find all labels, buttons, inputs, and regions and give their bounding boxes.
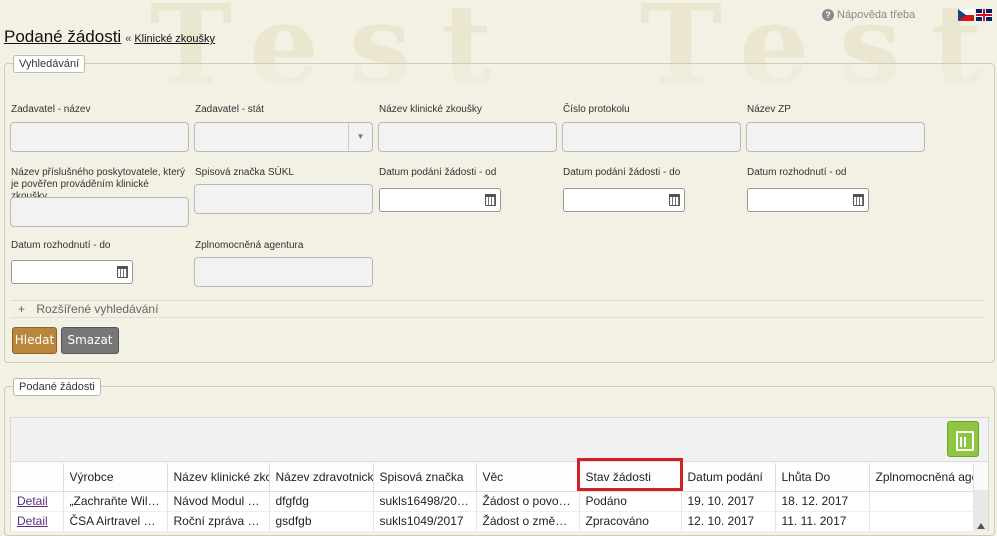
search-panel-legend: Vyhledávání xyxy=(13,55,86,73)
uk-flag-icon[interactable] xyxy=(976,9,992,21)
breadcrumb-link-klinicke-zkousky[interactable]: Klinické zkoušky xyxy=(134,33,215,45)
table-cell: 11. 11. 2017 xyxy=(775,511,870,532)
export-excel-icon[interactable] xyxy=(947,421,979,457)
table-cell: Zpracováno xyxy=(579,511,682,532)
calendar-icon[interactable] xyxy=(853,194,864,206)
column-header-detail xyxy=(11,463,64,492)
table-cell: 18. 12. 2017 xyxy=(775,491,870,512)
table-cell: Podáno xyxy=(579,491,682,512)
date-input-podani-od[interactable] xyxy=(379,188,501,212)
input-nazev-zp[interactable] xyxy=(746,122,925,152)
field-podani-do: Datum podání žádosti - do xyxy=(563,167,680,179)
input-cislo-protokolu[interactable] xyxy=(562,122,741,152)
label-rozhodnuti-od: Datum rozhodnutí - od xyxy=(747,167,847,178)
help-link[interactable]: ? Nápověda třeba xyxy=(822,9,915,21)
calendar-icon[interactable] xyxy=(117,266,128,278)
table-row: Detail „Zachraňte Williho" Návod Modul K… xyxy=(11,491,974,512)
table-cell: sukls16498/2017 xyxy=(373,491,477,512)
date-input-rozhodnuti-do[interactable] xyxy=(11,260,133,284)
label-zadavatel-nazev: Zadavatel - název xyxy=(11,104,91,115)
chevron-down-icon: ▼ xyxy=(348,123,372,151)
column-header-stav-zadosti[interactable]: Stav žádosti xyxy=(579,463,682,492)
field-rozhodnuti-do: Datum rozhodnutí - do xyxy=(11,240,111,252)
czech-flag-icon[interactable] xyxy=(958,9,974,21)
detail-cell: Detail xyxy=(11,511,64,532)
table-cell: Žádost o povolení klinické zkoušky xyxy=(476,491,580,512)
table-cell: sukls1049/2017 xyxy=(373,511,477,532)
table-cell: ČSA Airtravel a.s. xyxy=(63,511,168,532)
table-cell: Roční zpráva - zpráva xyxy=(167,511,270,532)
clear-button[interactable]: Smazat xyxy=(61,327,119,354)
column-header-nazev-zdrav[interactable]: Název zdravotnického xyxy=(269,463,374,492)
date-input-rozhodnuti-od[interactable] xyxy=(747,188,869,212)
grid-toolbar xyxy=(11,418,988,462)
input-spisova-znacka[interactable] xyxy=(194,184,373,214)
column-header-vec[interactable]: Věc xyxy=(476,463,580,492)
table-cell: Návod Modul KZ xyxy=(167,491,270,512)
column-header-agentura[interactable]: Zplnomocněná agentura xyxy=(869,463,974,492)
input-zadavatel-nazev[interactable] xyxy=(10,122,189,152)
table-cell: 12. 10. 2017 xyxy=(681,511,776,532)
table-cell: Žádost o změnu KZ xyxy=(476,511,580,532)
detail-link[interactable]: Detail xyxy=(17,514,48,528)
select-zadavatel-stat[interactable]: ▼ xyxy=(194,122,373,152)
field-nazev-kz: Název klinické zkoušky xyxy=(379,104,482,116)
language-switcher xyxy=(958,9,992,21)
advanced-search-label: Rozšířené vyhledávání xyxy=(36,302,159,316)
search-button[interactable]: Hledat xyxy=(12,327,57,354)
input-poskytovatel[interactable] xyxy=(10,197,189,227)
calendar-icon[interactable] xyxy=(669,194,680,206)
results-grid: Výrobce Název klinické zkouška Název zdr… xyxy=(10,417,989,532)
date-input-podani-do[interactable] xyxy=(563,188,685,212)
table-header-row: Výrobce Název klinické zkouška Název zdr… xyxy=(11,463,974,492)
field-cislo-protokolu: Číslo protokolu xyxy=(563,104,630,116)
detail-cell: Detail xyxy=(11,491,64,512)
scroll-up-arrow-icon[interactable] xyxy=(977,523,985,529)
table-cell: dfgfdg xyxy=(269,491,374,512)
column-header-datum-podani[interactable]: Datum podání xyxy=(681,463,776,492)
label-zadavatel-stat: Zadavatel - stát xyxy=(195,104,264,115)
table-scrollbar[interactable] xyxy=(974,490,988,531)
advanced-search-toggle[interactable]: + Rozšířené vyhledávání xyxy=(10,300,985,318)
calendar-icon[interactable] xyxy=(485,194,496,206)
table-cell xyxy=(869,491,974,512)
table-cell: „Zachraňte Williho" xyxy=(63,491,168,512)
label-nazev-kz: Název klinické zkoušky xyxy=(379,104,482,115)
title-row: Podané žádosti « Klinické zkoušky xyxy=(4,27,215,47)
breadcrumb-separator: « xyxy=(125,33,132,45)
table-row: Detail ČSA Airtravel a.s. Roční zpráva -… xyxy=(11,511,974,532)
column-header-vyrobce[interactable]: Výrobce xyxy=(63,463,168,492)
label-podani-od: Datum podání žádosti - od xyxy=(379,167,497,178)
field-nazev-zp: Název ZP xyxy=(747,104,791,116)
table-cell: 19. 10. 2017 xyxy=(681,491,776,512)
field-podani-od: Datum podání žádosti - od xyxy=(379,167,496,179)
field-spisova-znacka: Spisová značka SÚKL xyxy=(195,167,294,179)
input-nazev-kz[interactable] xyxy=(378,122,557,152)
results-panel-legend: Podané žádosti xyxy=(13,378,101,396)
field-zadavatel-stat: Zadavatel - stát xyxy=(195,104,264,116)
table-cell xyxy=(869,511,974,532)
field-rozhodnuti-od: Datum rozhodnutí - od xyxy=(747,167,847,179)
label-agentura: Zplnomocněná agentura xyxy=(195,240,304,251)
column-header-nazev-kz[interactable]: Název klinické zkouška xyxy=(167,463,270,492)
results-table: Výrobce Název klinické zkouška Název zdr… xyxy=(11,463,974,532)
label-rozhodnuti-do: Datum rozhodnutí - do xyxy=(11,240,111,251)
field-zadavatel-nazev: Zadavatel - název xyxy=(11,104,91,116)
column-header-lhuta-do[interactable]: Lhůta Do xyxy=(775,463,870,492)
label-nazev-zp: Název ZP xyxy=(747,104,791,115)
label-spisova-znacka: Spisová značka SÚKL xyxy=(195,167,294,178)
field-agentura: Zplnomocněná agentura xyxy=(195,240,303,252)
table-cell: gsdfgb xyxy=(269,511,374,532)
top-bar: ? Nápověda třeba Podané žádosti « Klinic… xyxy=(0,0,997,50)
input-agentura[interactable] xyxy=(194,257,373,287)
plus-icon: + xyxy=(18,302,26,316)
label-cislo-protokolu: Číslo protokolu xyxy=(563,104,630,115)
help-label: Nápověda třeba xyxy=(837,9,916,21)
label-podani-do: Datum podání žádosti - do xyxy=(563,167,681,178)
detail-link[interactable]: Detail xyxy=(17,494,48,508)
column-header-spisova-znacka[interactable]: Spisová značka xyxy=(373,463,477,492)
question-circle-icon: ? xyxy=(822,9,834,21)
page-title[interactable]: Podané žádosti xyxy=(4,27,121,47)
